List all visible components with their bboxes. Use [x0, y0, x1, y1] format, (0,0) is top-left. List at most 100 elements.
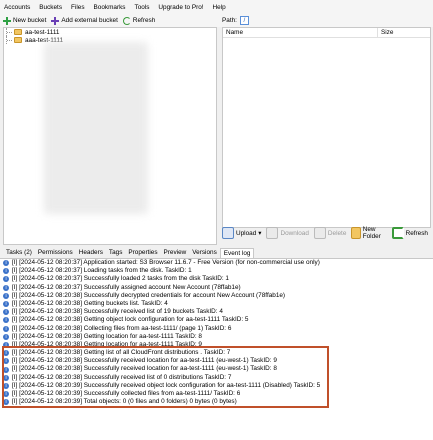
log-entry[interactable]: i [I] [2024-05-12 08:20:37] Application s…	[0, 259, 433, 267]
log-entry[interactable]: i [I] [2024-05-12 08:20:38] Getting objec…	[0, 316, 433, 324]
menu-accounts[interactable]: Accounts	[4, 4, 30, 11]
log-text: [I] [2024-05-12 08:20:38] Successfully r…	[12, 308, 223, 316]
menu-upgrade[interactable]: Upgrade to Pro!	[158, 4, 203, 11]
log-entry[interactable]: i [I] [2024-05-12 08:20:38] Getting bucke…	[0, 300, 433, 308]
menu-help[interactable]: Help	[213, 4, 226, 11]
menu-tools[interactable]: Tools	[135, 4, 150, 11]
log-text: [I] [2024-05-12 08:20:38] Successfully d…	[12, 291, 286, 299]
log-entry[interactable]: i [I] [2024-05-12 08:20:38] Getting locat…	[0, 341, 433, 349]
info-icon: i	[3, 260, 9, 267]
info-icon: i	[3, 399, 9, 406]
log-text: [I] [2024-05-12 08:20:38] Successfully r…	[12, 365, 277, 373]
log-entry[interactable]: i [I] [2024-05-12 08:20:38] Getting list …	[0, 349, 433, 357]
upload-button[interactable]: Upload ▾	[222, 227, 261, 239]
info-icon: i	[3, 268, 9, 275]
path-input[interactable]: /	[239, 15, 249, 25]
log-entry[interactable]: i [I] [2024-05-12 08:20:37] Loading tasks…	[0, 267, 433, 275]
upload-icon	[222, 227, 234, 239]
bucket-name: aa-test-1111	[25, 28, 60, 36]
log-entry[interactable]: i [I] [2024-05-12 08:20:38] Successfully …	[0, 308, 433, 316]
delete-button[interactable]: Delete	[313, 227, 347, 239]
menu-bookmarks[interactable]: Bookmarks	[94, 4, 126, 11]
log-text: [I] [2024-05-12 08:20:39] Total objects:…	[12, 398, 237, 406]
menu-buckets[interactable]: Buckets	[39, 4, 62, 11]
column-size[interactable]: Size	[378, 29, 393, 36]
log-entry[interactable]: i [I] [2024-05-12 08:20:39] Successfully …	[0, 382, 433, 390]
file-list[interactable]: Name Size	[222, 27, 431, 228]
log-entry[interactable]: i [I] [2024-05-12 08:20:37] Successfully …	[0, 275, 433, 283]
folder-icon	[351, 227, 361, 239]
delete-icon	[313, 227, 326, 239]
tree-item[interactable]: aa-test-1111	[4, 28, 216, 36]
download-button[interactable]: Download	[266, 227, 309, 239]
path-bar: Path: /	[219, 14, 433, 26]
bucket-icon	[14, 29, 22, 35]
log-entry[interactable]: i [I] [2024-05-12 08:20:39] Successfully …	[0, 390, 433, 398]
info-icon: i	[3, 317, 9, 324]
download-label: Download	[280, 229, 309, 237]
info-icon: i	[3, 301, 9, 308]
new-bucket-label: New bucket	[13, 17, 47, 24]
log-text: [I] [2024-05-12 08:20:38] Getting locati…	[12, 340, 202, 348]
bottom-tabs: Tasks (2) Permissions Headers Tags Prope…	[0, 248, 433, 259]
add-external-bucket-button[interactable]: Add external bucket	[51, 16, 118, 25]
info-icon: i	[3, 391, 9, 398]
info-icon: i	[3, 284, 9, 291]
log-entry[interactable]: i [I] [2024-05-12 08:20:38] Collecting fi…	[0, 325, 433, 333]
tree-connector	[6, 28, 13, 36]
tab-versions[interactable]: Versions	[189, 248, 220, 258]
add-external-bucket-label: Add external bucket	[61, 17, 118, 24]
info-icon: i	[3, 358, 9, 365]
tab-event-log[interactable]: Event log	[219, 248, 255, 258]
menu-files[interactable]: Files	[71, 4, 85, 11]
delete-label: Delete	[327, 229, 347, 237]
log-entry[interactable]: i [I] [2024-05-12 08:20:38] Successfully …	[0, 374, 433, 382]
refresh-icon	[391, 227, 404, 239]
log-text: [I] [2024-05-12 08:20:37] Successfully a…	[12, 283, 241, 291]
log-entry[interactable]: i [I] [2024-05-12 08:20:37] Successfully …	[0, 284, 433, 292]
log-text: [I] [2024-05-12 08:20:39] Successfully r…	[12, 381, 321, 389]
log-entry[interactable]: i [I] [2024-05-12 08:20:38] Getting locat…	[0, 333, 433, 341]
new-folder-button[interactable]: New Folder	[351, 226, 386, 240]
blurred-region	[44, 42, 148, 214]
tab-preview[interactable]: Preview	[161, 248, 190, 258]
log-text: [I] [2024-05-12 08:20:38] Getting object…	[12, 316, 249, 324]
new-folder-label: New Folder	[362, 226, 381, 240]
path-label: Path:	[222, 16, 237, 24]
refresh-label: Refresh	[132, 17, 156, 24]
tab-tasks[interactable]: Tasks (2)	[3, 248, 35, 258]
tab-tags[interactable]: Tags	[106, 248, 126, 258]
event-log[interactable]: i [I] [2024-05-12 08:20:37] Application s…	[0, 259, 433, 440]
log-text: [I] [2024-05-12 08:20:39] Successfully c…	[12, 390, 241, 397]
refresh-files-label: Refresh	[405, 229, 428, 237]
file-list-header: Name Size	[223, 28, 430, 38]
refresh-icon	[122, 16, 131, 25]
menu-bar: Accounts Buckets Files Bookmarks Tools U…	[0, 0, 433, 14]
refresh-files-button[interactable]: Refresh	[391, 227, 428, 239]
log-entry[interactable]: i [I] [2024-05-12 08:20:38] Successfully …	[0, 357, 433, 365]
tab-properties[interactable]: Properties	[125, 248, 160, 258]
log-entry[interactable]: i [I] [2024-05-12 08:20:38] Successfully …	[0, 292, 433, 300]
info-icon: i	[3, 309, 9, 316]
tab-headers[interactable]: Headers	[76, 248, 106, 258]
plus-icon	[3, 16, 11, 25]
info-icon: i	[3, 292, 9, 299]
tab-permissions[interactable]: Permissions	[35, 248, 76, 258]
refresh-button[interactable]: Refresh	[122, 16, 156, 25]
log-entry[interactable]: i [I] [2024-05-12 08:20:38] Successfully …	[0, 365, 433, 373]
log-text: [I] [2024-05-12 08:20:37] Loading tasks …	[12, 267, 192, 275]
info-icon: i	[3, 341, 9, 348]
info-icon: i	[3, 366, 9, 373]
info-icon: i	[3, 350, 9, 357]
new-bucket-button[interactable]: New bucket	[3, 16, 47, 25]
upload-label: Upload	[236, 229, 257, 237]
info-icon: i	[3, 325, 9, 332]
log-entry[interactable]: i [I] [2024-05-12 08:20:39] Total objects…	[0, 398, 433, 406]
log-text: [I] [2024-05-12 08:20:38] Getting locati…	[12, 332, 202, 340]
bucket-tree[interactable]: aa-test-1111 aaa-test-1111	[3, 27, 217, 245]
info-icon: i	[3, 276, 9, 283]
log-text: [I] [2024-05-12 08:20:38] Successfully r…	[12, 373, 232, 381]
column-name[interactable]: Name	[223, 28, 378, 37]
log-text: [I] [2024-05-12 08:20:38] Getting bucket…	[12, 299, 168, 307]
chevron-down-icon[interactable]: ▾	[258, 229, 261, 237]
